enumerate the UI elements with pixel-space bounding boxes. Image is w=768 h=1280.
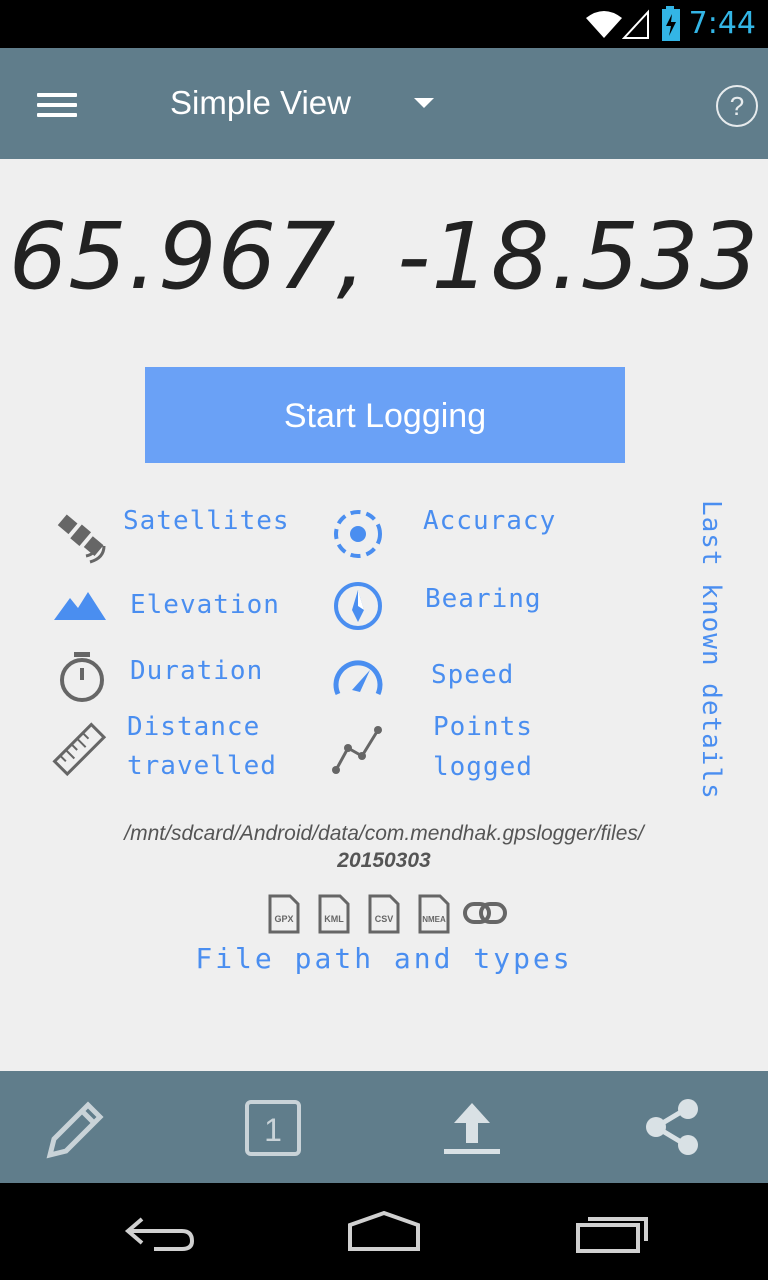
points-label-line1: Points — [433, 712, 533, 742]
battery-charging-icon — [662, 6, 680, 41]
csv-file-icon: CSV — [368, 894, 400, 934]
bottom-action-bar: 1 — [0, 1071, 768, 1183]
system-navigation-bar — [0, 1183, 768, 1280]
distance-label-line2: travelled — [127, 751, 277, 781]
last-known-details-label: Last known details — [672, 500, 752, 800]
start-logging-button[interactable]: Start Logging — [145, 367, 625, 463]
share-icon[interactable] — [642, 1097, 702, 1157]
wifi-icon — [586, 11, 622, 38]
status-time: 7:44 — [688, 6, 756, 41]
app-bar: Simple View ? — [0, 48, 768, 159]
link-icon — [463, 902, 507, 924]
accuracy-label: Accuracy — [423, 506, 557, 536]
mountain-icon — [54, 592, 106, 620]
kml-file-icon: KML — [318, 894, 350, 934]
satellite-icon — [57, 514, 106, 564]
view-selector-title[interactable]: Simple View — [170, 84, 351, 122]
status-bar: 7:44 — [0, 0, 768, 48]
gpx-file-icon: GPX — [268, 894, 300, 934]
last-known-details-text: Last known details — [696, 500, 726, 800]
file-path-directory: /mnt/sdcard/Android/data/com.mendhak.gps… — [124, 822, 644, 845]
nmea-file-icon: NMEA — [418, 894, 450, 934]
polyline-icon — [332, 726, 382, 774]
points-label-line2: logged — [433, 752, 533, 782]
gps-crosshair-icon — [334, 510, 382, 558]
duration-label: Duration — [130, 656, 264, 686]
single-point-icon[interactable]: 1 — [244, 1099, 302, 1157]
single-point-counter: 1 — [264, 1112, 282, 1148]
hamburger-menu-icon[interactable] — [37, 93, 77, 117]
nmea-type-label: NMEA — [422, 915, 446, 924]
pencil-icon[interactable] — [44, 1099, 106, 1161]
recent-apps-icon[interactable] — [574, 1213, 650, 1253]
kml-type-label: KML — [324, 914, 344, 924]
back-icon[interactable] — [124, 1213, 196, 1253]
home-icon[interactable] — [346, 1211, 422, 1253]
bearing-label: Bearing — [425, 584, 542, 614]
start-logging-label: Start Logging — [283, 397, 487, 435]
signal-icon — [622, 9, 649, 39]
help-icon[interactable]: ? — [716, 85, 758, 127]
stopwatch-icon — [60, 652, 104, 702]
dropdown-arrow-icon[interactable] — [414, 98, 434, 108]
speed-label: Speed — [431, 660, 515, 690]
upload-icon[interactable] — [442, 1099, 502, 1157]
compass-icon — [334, 582, 382, 630]
csv-type-label: CSV — [375, 914, 394, 924]
file-path-folder: 20150303 — [337, 849, 431, 872]
satellites-label: Satellites — [123, 506, 290, 536]
coordinates-display: 65.967, -18.533 — [8, 203, 760, 310]
elevation-label: Elevation — [130, 590, 280, 620]
speedometer-icon — [333, 660, 383, 696]
file-path: /mnt/sdcard/Android/data/com.mendhak.gps… — [0, 820, 768, 874]
file-path-and-types-caption: File path and types — [195, 942, 573, 975]
ruler-icon — [52, 722, 107, 777]
gpx-type-label: GPX — [274, 914, 293, 924]
distance-label-line1: Distance — [127, 712, 261, 742]
